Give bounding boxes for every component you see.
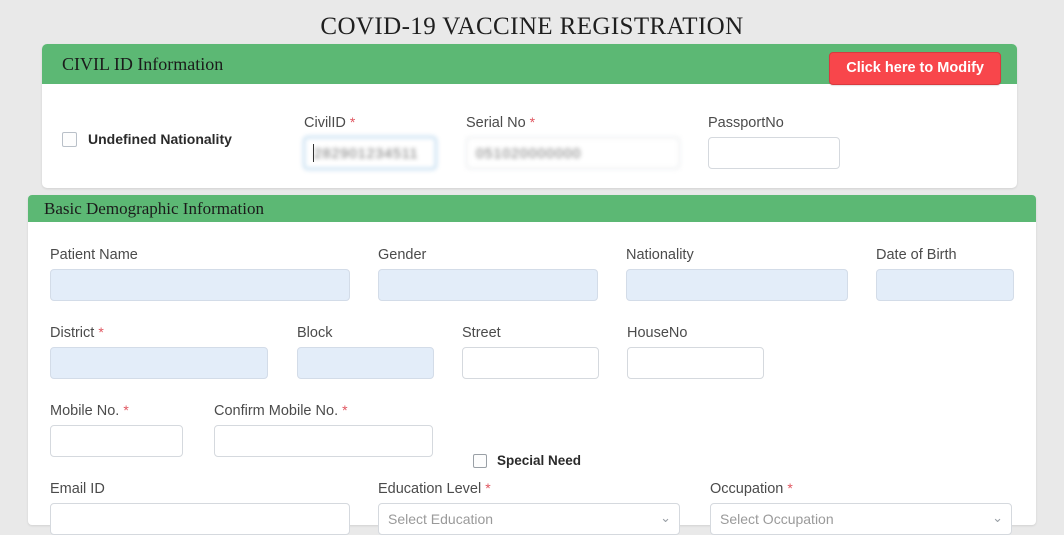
special-need-label: Special Need <box>497 453 582 468</box>
nationality-field-group: Nationality <box>626 246 848 301</box>
block-label: Block <box>297 325 333 341</box>
date-of-birth-label: Date of Birth <box>876 247 957 263</box>
civil-id-panel: CIVIL ID Information Click here to Modif… <box>42 44 1017 188</box>
house-no-label: HouseNo <box>627 325 688 341</box>
occupation-select-wrapper[interactable]: ⌄ <box>710 503 1012 535</box>
email-id-input[interactable] <box>50 503 350 535</box>
street-input[interactable] <box>462 347 599 379</box>
required-asterisk: * <box>529 114 536 130</box>
required-asterisk: * <box>123 402 129 418</box>
undefined-nationality-row[interactable]: Undefined Nationality <box>62 131 232 147</box>
passport-no-label: PassportNo <box>708 115 784 131</box>
gender-field-group: Gender <box>378 246 598 301</box>
education-level-select-wrapper[interactable]: ⌄ <box>378 503 680 535</box>
civil-id-panel-heading: CIVIL ID Information <box>62 54 224 74</box>
undefined-nationality-label: Undefined Nationality <box>88 131 232 147</box>
basic-demographic-panel: Basic Demographic Information Patient Na… <box>28 195 1036 535</box>
street-field-group: Street <box>462 324 599 379</box>
block-input[interactable] <box>297 347 434 379</box>
required-asterisk: * <box>349 114 356 130</box>
special-need-checkbox[interactable] <box>473 453 487 468</box>
education-level-label: Education Level * <box>378 480 491 497</box>
undefined-nationality-checkbox[interactable] <box>62 131 77 147</box>
required-asterisk: * <box>98 324 104 340</box>
click-here-to-modify-button[interactable]: Click here to Modify <box>829 52 1001 85</box>
civil-id-input[interactable] <box>304 137 436 169</box>
education-level-field-group: Education Level * ⌄ <box>378 480 680 535</box>
education-level-select[interactable] <box>378 503 680 535</box>
required-asterisk: * <box>787 480 793 496</box>
district-field-group: District * <box>50 324 268 379</box>
occupation-label: Occupation * <box>710 480 793 497</box>
civil-id-field-group: CivilID * <box>304 114 436 169</box>
block-field-group: Block <box>297 324 434 379</box>
demographic-panel-header: Basic Demographic Information <box>28 195 1036 222</box>
date-of-birth-input[interactable] <box>876 269 1014 301</box>
patient-name-field-group: Patient Name <box>50 246 350 301</box>
special-need-row[interactable]: Special Need <box>473 453 581 468</box>
district-label: District * <box>50 324 104 341</box>
mobile-no-label: Mobile No. * <box>50 402 129 419</box>
serial-no-label: Serial No * <box>466 114 536 131</box>
required-asterisk: * <box>485 480 491 496</box>
confirm-mobile-no-input[interactable] <box>214 425 433 457</box>
district-input[interactable] <box>50 347 268 379</box>
house-no-input[interactable] <box>627 347 764 379</box>
email-id-label: Email ID <box>50 481 105 497</box>
gender-label: Gender <box>378 247 427 263</box>
mobile-no-field-group: Mobile No. * <box>50 402 183 457</box>
occupation-field-group: Occupation * ⌄ <box>710 480 1012 535</box>
gender-input[interactable] <box>378 269 598 301</box>
civil-id-label: CivilID * <box>304 114 356 131</box>
civil-id-panel-body: Undefined Nationality CivilID * Serial N… <box>42 84 1017 188</box>
civil-id-panel-header: CIVIL ID Information Click here to Modif… <box>42 44 1017 85</box>
serial-no-field-group: Serial No * <box>466 114 680 169</box>
patient-name-input[interactable] <box>50 269 350 301</box>
occupation-select[interactable] <box>710 503 1012 535</box>
nationality-input[interactable] <box>626 269 848 301</box>
mobile-no-input[interactable] <box>50 425 183 457</box>
street-label: Street <box>462 325 501 341</box>
text-caret <box>313 144 314 162</box>
patient-name-label: Patient Name <box>50 247 138 263</box>
demographic-panel-body: Patient Name Gender Nationality Date of … <box>28 222 1036 535</box>
nationality-label: Nationality <box>626 247 694 263</box>
date-of-birth-field-group: Date of Birth <box>876 246 1014 301</box>
page-title: COVID-19 VACCINE REGISTRATION <box>320 13 744 40</box>
demographic-panel-heading: Basic Demographic Information <box>44 199 264 218</box>
passport-no-field-group: PassportNo <box>708 114 840 169</box>
required-asterisk: * <box>342 402 348 418</box>
confirm-mobile-no-field-group: Confirm Mobile No. * <box>214 402 433 457</box>
email-id-field-group: Email ID <box>50 480 350 535</box>
confirm-mobile-no-label: Confirm Mobile No. * <box>214 402 348 419</box>
house-no-field-group: HouseNo <box>627 324 764 379</box>
passport-no-input[interactable] <box>708 137 840 169</box>
serial-no-input[interactable] <box>466 137 680 169</box>
